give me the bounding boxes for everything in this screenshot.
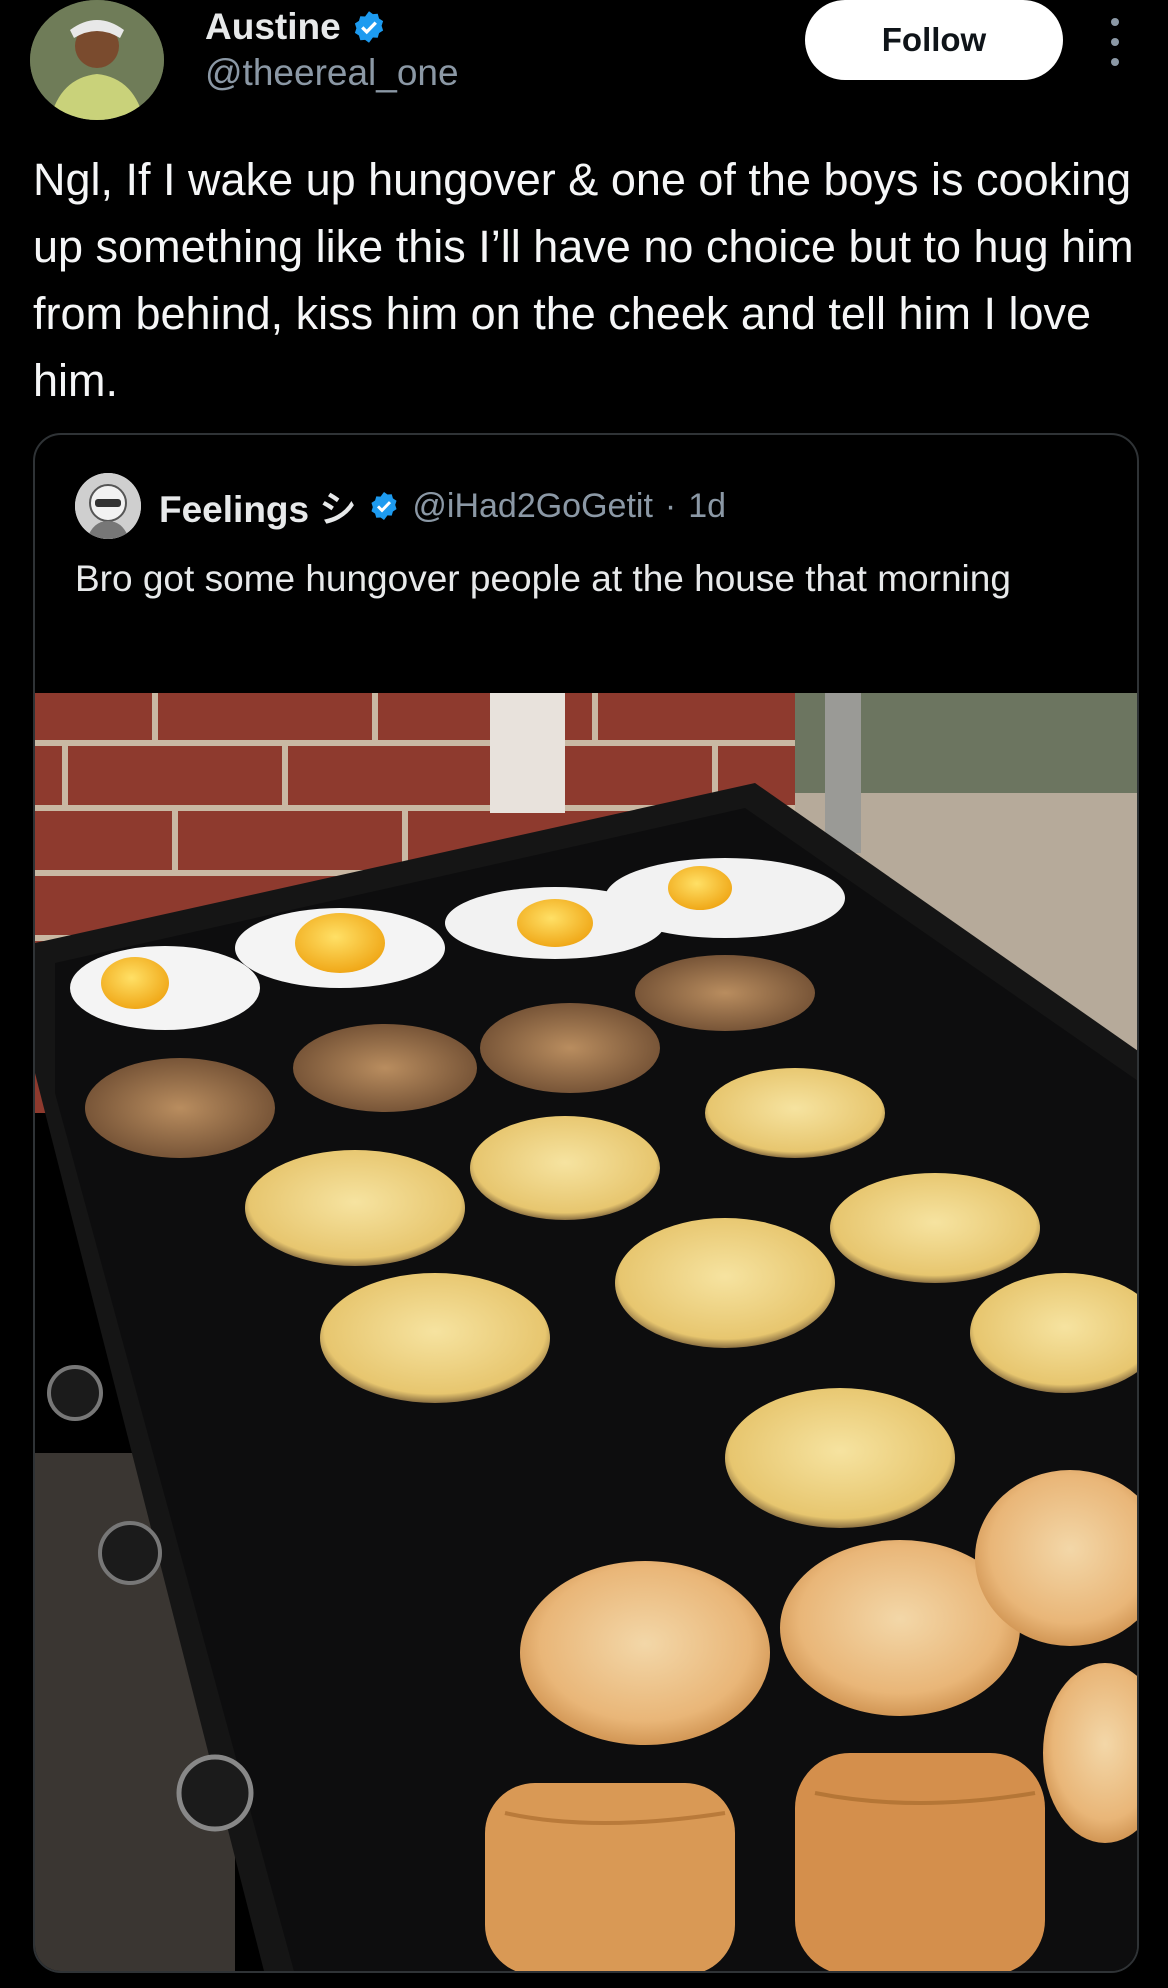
author-display-name[interactable]: Austine xyxy=(205,6,341,48)
quoted-display-name[interactable]: Feelings シ xyxy=(159,479,356,533)
quoted-tweet-header: Feelings シ @iHad2GoGetit · 1d xyxy=(75,473,726,539)
more-dot xyxy=(1111,38,1119,46)
more-dot xyxy=(1111,58,1119,66)
author-handle[interactable]: @theereal_one xyxy=(205,52,459,94)
verified-badge-icon xyxy=(354,11,383,43)
author-name-row: Austine xyxy=(205,6,387,48)
quoted-tweet-card[interactable]: Feelings シ @iHad2GoGetit · 1d Bro got so… xyxy=(33,433,1139,1973)
verified-badge-icon xyxy=(371,492,397,520)
quoted-handle[interactable]: @iHad2GoGetit xyxy=(412,487,653,526)
tweet-header: Austine @theereal_one Follow xyxy=(0,0,1168,140)
quoted-tweet-text: Bro got some hungover people at the hous… xyxy=(75,558,1011,599)
tweet-text: Ngl, If I wake up hungover & one of the … xyxy=(33,154,1134,406)
quoted-author-avatar[interactable] xyxy=(75,473,141,539)
more-dot xyxy=(1111,18,1119,26)
user-avatar-icon xyxy=(30,0,164,120)
follow-button[interactable]: Follow xyxy=(805,0,1063,80)
griddle-breakfast-photo xyxy=(35,693,1137,1971)
user-avatar-icon xyxy=(75,473,141,539)
quoted-tweet-photo[interactable] xyxy=(35,693,1137,1971)
quoted-timestamp[interactable]: 1d xyxy=(688,487,726,526)
more-options-icon[interactable] xyxy=(1100,12,1130,72)
author-avatar[interactable] xyxy=(30,0,164,120)
separator-dot: · xyxy=(664,486,677,525)
